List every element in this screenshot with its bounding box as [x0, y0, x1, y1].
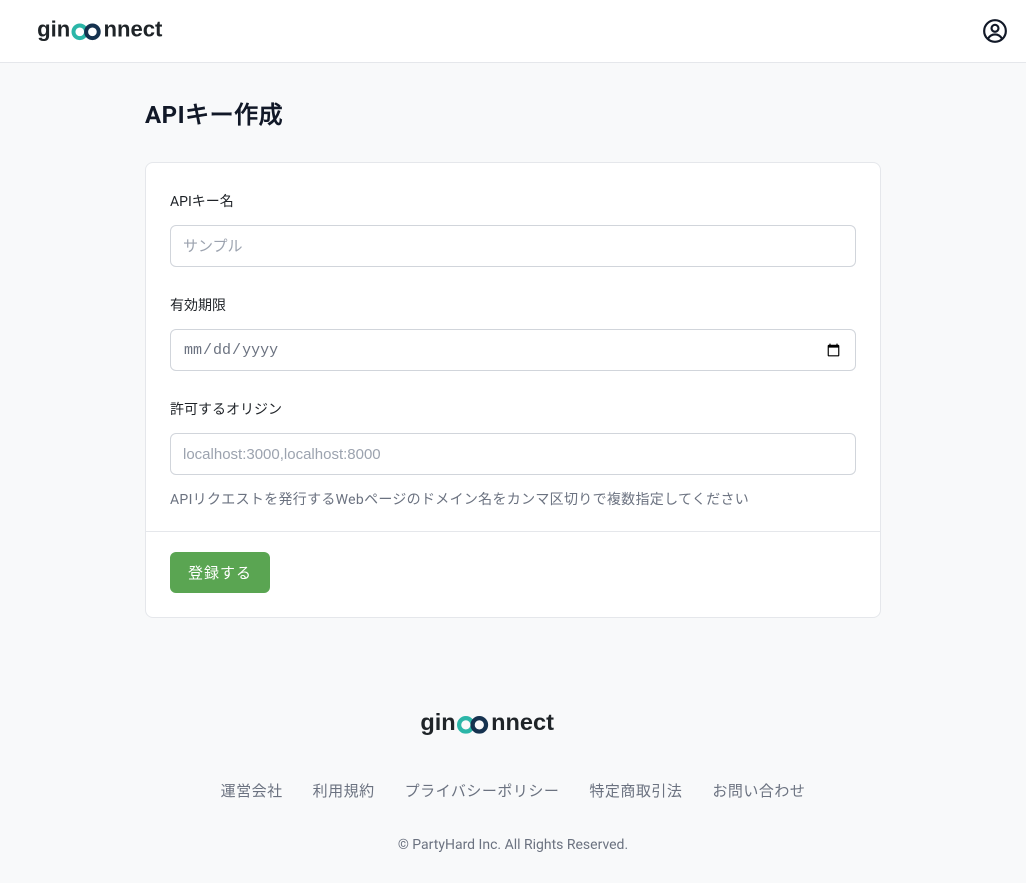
footer-link-tokushoho[interactable]: 特定商取引法 [589, 780, 682, 801]
page-title: APIキー作成 [145, 95, 881, 130]
api-key-form-card: APIキー名 有効期限 許可するオリジン APIリクエストを発行するWebページ… [145, 162, 881, 618]
main-content: APIキー作成 APIキー名 有効期限 許可するオリジン APIリクエストを発行… [0, 63, 1026, 618]
allowed-origins-help: APIリクエストを発行するWebページのドメイン名をカンマ区切りで複数指定してく… [170, 489, 856, 509]
svg-text:gin: gin [37, 17, 70, 42]
footer-link-company[interactable]: 運営会社 [221, 780, 283, 801]
api-key-name-label: APIキー名 [170, 191, 856, 211]
user-circle-icon [982, 18, 1008, 44]
app-header: gin nnect [0, 0, 1026, 63]
footer-link-contact[interactable]: お問い合わせ [712, 780, 805, 801]
copyright: © PartyHard Inc. All Rights Reserved. [0, 837, 1026, 853]
expiry-input[interactable] [170, 329, 856, 371]
submit-row: 登録する [170, 532, 856, 593]
footer-brand-logo[interactable]: gin nnect [0, 708, 1026, 744]
form-group-expiry: 有効期限 [170, 295, 856, 371]
footer-links: 運営会社 利用規約 プライバシーポリシー 特定商取引法 お問い合わせ [0, 780, 1026, 801]
api-key-name-input[interactable] [170, 225, 856, 267]
submit-button[interactable]: 登録する [170, 552, 270, 593]
brand-logo[interactable]: gin nnect [18, 16, 230, 46]
svg-text:gin: gin [420, 709, 455, 735]
account-menu-button[interactable] [982, 18, 1008, 44]
footer-link-terms[interactable]: 利用規約 [313, 780, 375, 801]
allowed-origins-input[interactable] [170, 433, 856, 475]
form-group-allowed-origins: 許可するオリジン APIリクエストを発行するWebページのドメイン名をカンマ区切… [170, 399, 856, 509]
form-group-api-key-name: APIキー名 [170, 191, 856, 267]
allowed-origins-label: 許可するオリジン [170, 399, 856, 419]
footer-link-privacy[interactable]: プライバシーポリシー [405, 780, 560, 801]
app-footer: gin nnect 運営会社 利用規約 プライバシーポリシー 特定商取引法 お問… [0, 618, 1026, 883]
svg-text:nnect: nnect [491, 709, 554, 735]
expiry-label: 有効期限 [170, 295, 856, 315]
svg-text:nnect: nnect [103, 17, 163, 42]
